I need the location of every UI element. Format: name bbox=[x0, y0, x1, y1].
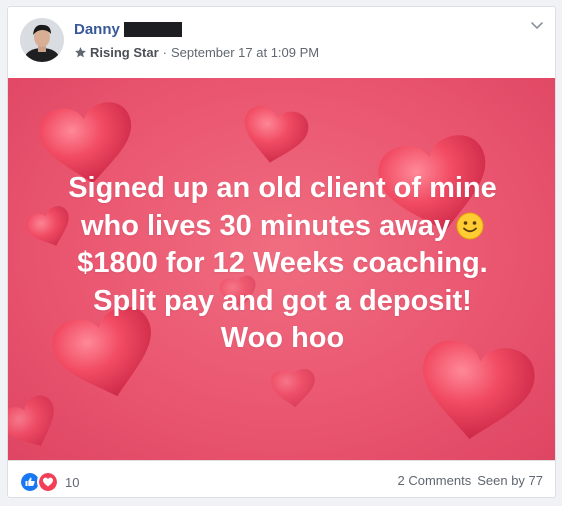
post-message: Signed up an old client of mine who live… bbox=[8, 170, 555, 358]
author-avatar[interactable] bbox=[20, 18, 64, 62]
chevron-down-icon[interactable] bbox=[529, 17, 545, 33]
star-badge-icon bbox=[75, 47, 86, 58]
reactions-summary[interactable]: 10 bbox=[19, 471, 79, 493]
love-reaction-icon bbox=[37, 471, 59, 493]
post-timestamp[interactable]: September 17 at 1:09 PM bbox=[171, 45, 319, 60]
slightly-smiling-face-icon bbox=[456, 212, 484, 239]
redacted-surname bbox=[123, 22, 182, 37]
message-line: $1800 for 12 Weeks coaching. bbox=[77, 247, 488, 279]
seen-by-count[interactable]: Seen by 77 bbox=[477, 473, 543, 488]
post-footer: 10 2 Comments Seen by 77 bbox=[8, 460, 555, 497]
post-stats: 2 Comments Seen by 77 bbox=[398, 473, 543, 488]
badge-label[interactable]: Rising Star bbox=[90, 45, 159, 60]
reaction-count: 10 bbox=[65, 474, 80, 490]
comments-count-link[interactable]: 2 Comments bbox=[398, 473, 472, 488]
message-line: who lives 30 minutes away bbox=[80, 209, 451, 242]
text-background-banner: Signed up an old client of mine who live… bbox=[8, 78, 555, 460]
avatar-photo bbox=[20, 18, 64, 62]
post-meta: Rising Star · September 17 at 1:09 PM bbox=[74, 45, 319, 60]
meta-separator: · bbox=[162, 45, 167, 60]
author-line: Danny bbox=[74, 21, 182, 38]
message-line-with-emoji: who lives 30 minutes away bbox=[8, 208, 555, 246]
message-line: Signed up an old client of mine bbox=[68, 172, 497, 204]
author-name[interactable]: Danny bbox=[74, 21, 120, 38]
post-card: Danny Rising Star · September 17 at 1:09… bbox=[7, 6, 556, 498]
post-header: Danny Rising Star · September 17 at 1:09… bbox=[8, 7, 555, 77]
message-line: Split pay and got a deposit! bbox=[93, 284, 472, 317]
message-line: Woo hoo bbox=[220, 322, 345, 354]
